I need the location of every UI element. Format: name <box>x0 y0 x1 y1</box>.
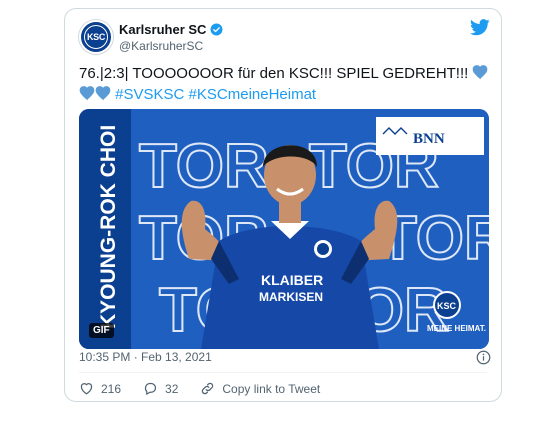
twitter-bird-icon[interactable] <box>470 19 490 36</box>
display-name[interactable]: Karlsruher SC <box>119 22 206 37</box>
handle[interactable]: @KarlsruherSC <box>119 39 203 53</box>
blue-heart-emoji-icon <box>79 86 95 101</box>
tweet-text-line: 76.|2:3| TOOOOOOOR für den KSC!!! SPIEL … <box>79 65 469 82</box>
club-slogan: MEINE HEIMAT. <box>427 324 486 333</box>
hashtag-link[interactable]: #KSCmeineHeimat <box>189 86 317 103</box>
copy-link-button[interactable]: Copy link to Tweet <box>200 381 320 396</box>
jersey-sponsor-line1: KLAIBER <box>261 272 323 288</box>
heart-icon <box>80 383 93 395</box>
link-icon <box>202 382 214 395</box>
bg-word-1: TOR <box>139 132 269 201</box>
like-count: 216 <box>101 381 122 396</box>
jersey-sponsor-line2: MARKISEN <box>259 290 323 304</box>
tweet-card[interactable]: KSC Karlsruher SC @KarlsruherSC 76.|2:3|… <box>64 8 502 402</box>
club-badge: KSC <box>437 301 457 311</box>
sponsor-logo: BNN <box>413 131 445 147</box>
tweet-media-gif[interactable]: KYOUNG-ROK CHOI TOR TOR TOR TOR TOR TOR … <box>79 109 489 349</box>
player-name-text: KYOUNG-ROK CHOI <box>97 125 120 329</box>
gif-badge: GIF <box>89 323 114 338</box>
hashtag-link[interactable]: #SVSKSC <box>115 86 184 103</box>
info-icon[interactable] <box>476 350 491 365</box>
avatar[interactable]: KSC <box>79 20 113 54</box>
divider <box>79 372 487 373</box>
tweet-timestamp[interactable]: 10:35 PM · Feb 13, 2021 <box>79 350 212 364</box>
like-button[interactable]: 216 <box>79 381 121 396</box>
tweet-actions: 216 32 Copy link to Tweet <box>79 381 342 396</box>
tweet-text: 76.|2:3| TOOOOOOOR für den KSC!!! SPIEL … <box>79 63 489 105</box>
reply-count: 32 <box>165 381 179 396</box>
verified-badge-icon <box>210 23 223 36</box>
gif-frame: KYOUNG-ROK CHOI TOR TOR TOR TOR TOR TOR … <box>79 109 489 349</box>
copy-link-label: Copy link to Tweet <box>222 381 321 396</box>
ksc-logo: KSC <box>84 25 108 49</box>
blue-heart-emoji-icon <box>473 65 488 80</box>
blue-heart-emoji-icon <box>95 86 111 101</box>
reply-button[interactable]: 32 <box>143 381 178 396</box>
author-name-row[interactable]: Karlsruher SC <box>119 22 223 37</box>
reply-bubble-icon <box>144 382 157 395</box>
